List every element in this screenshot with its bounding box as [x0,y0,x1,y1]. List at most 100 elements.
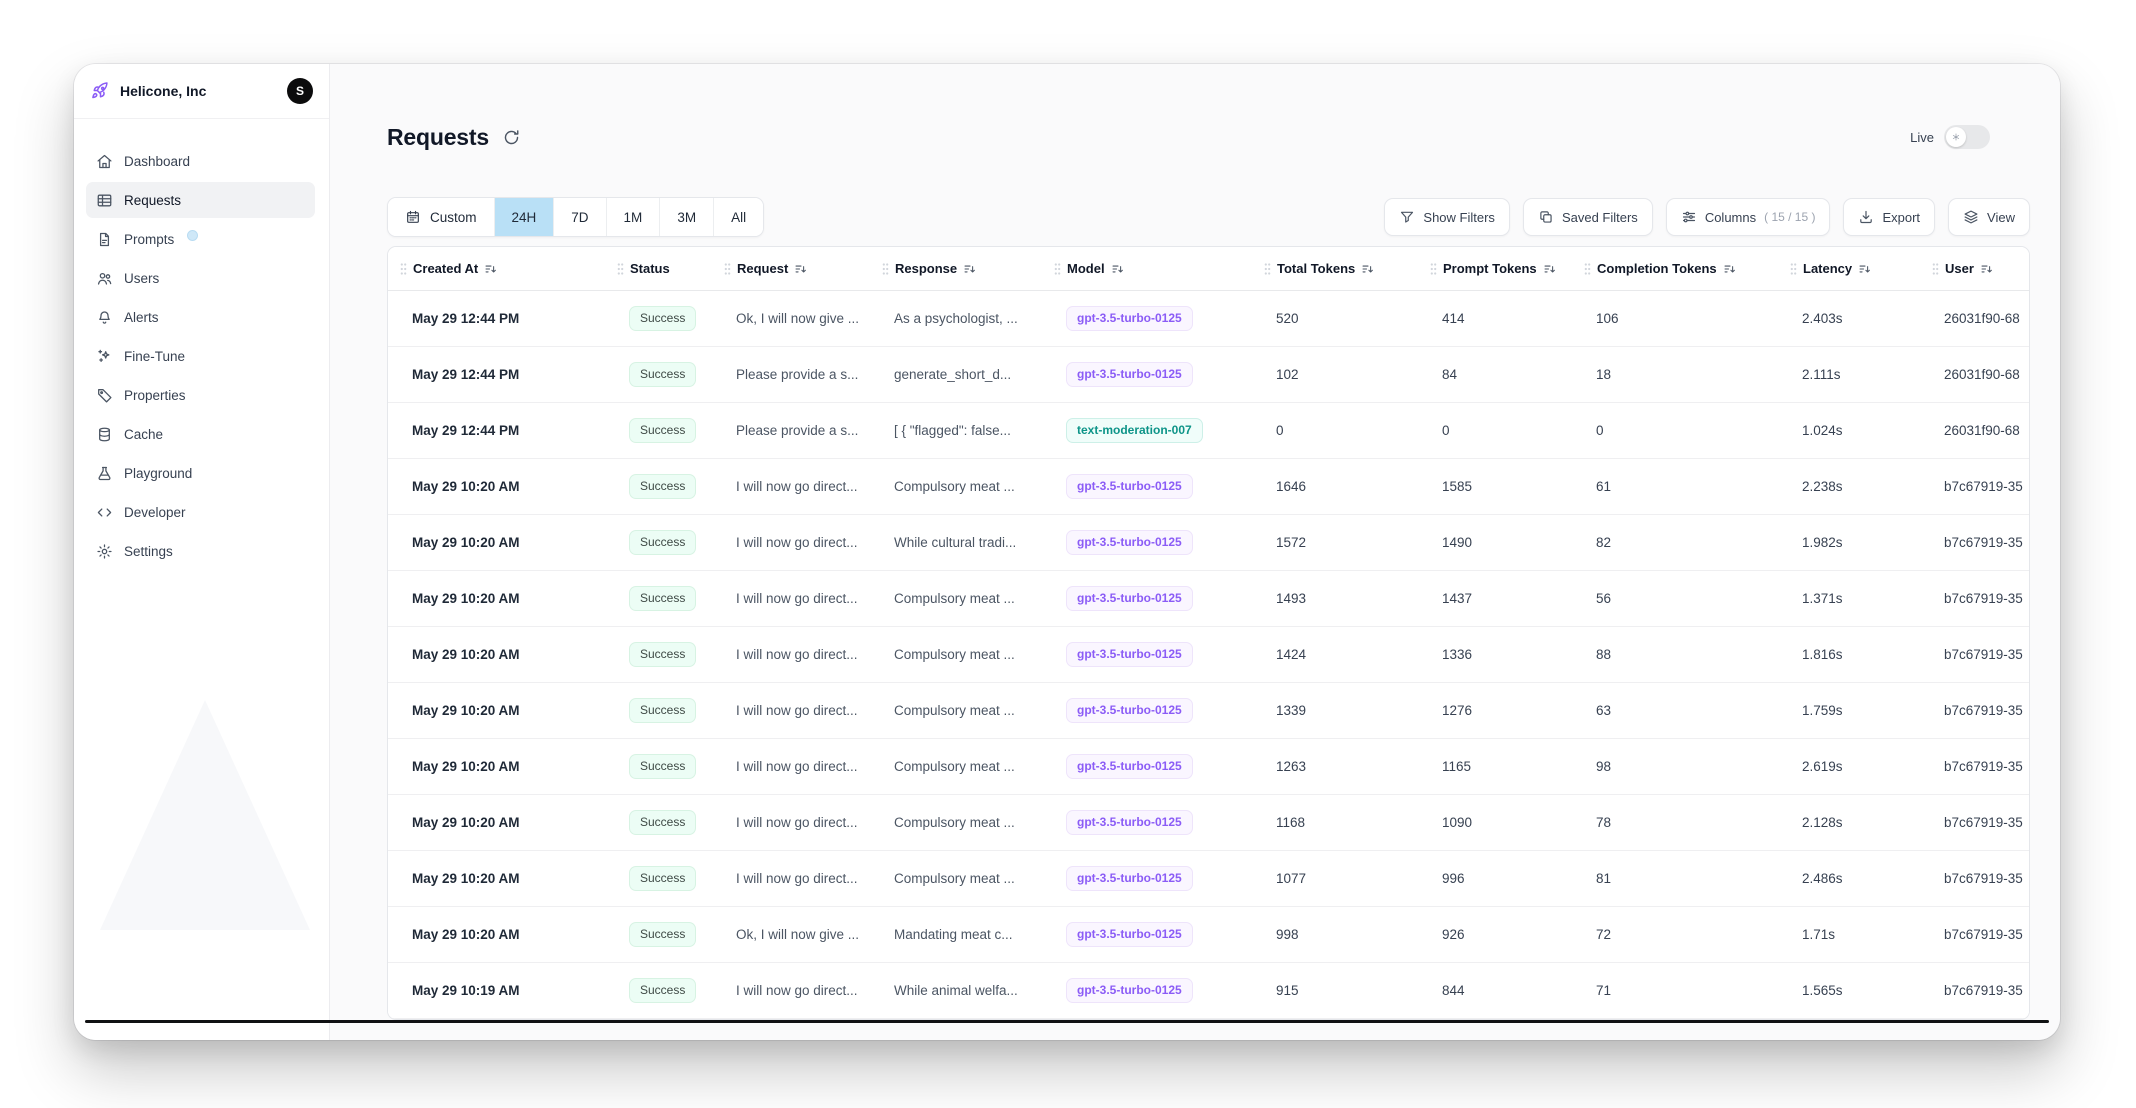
cell-completion-tokens: 88 [1596,647,1611,662]
sort-icon [963,262,977,276]
sidebar-item-prompts[interactable]: Prompts [86,221,315,257]
sidebar-item-developer[interactable]: Developer [86,494,315,530]
table-row[interactable]: May 29 10:20 AM Success I will now go di… [388,459,2029,515]
time-range-all[interactable]: All [714,198,763,236]
live-toggle-knob [1946,127,1966,147]
drag-handle-icon [1054,262,1061,276]
columns-button[interactable]: Columns ( 15 / 15 ) [1666,198,1831,236]
cell-request: I will now go direct... [736,479,858,494]
cell-completion-tokens: 71 [1596,983,1611,998]
time-range-7d[interactable]: 7D [554,198,606,236]
table-row[interactable]: May 29 10:20 AM Success Ok, I will now g… [388,907,2029,963]
table-row[interactable]: May 29 10:20 AM Success I will now go di… [388,739,2029,795]
column-header-request[interactable]: Request [712,247,870,290]
cell-prompt-tokens: 414 [1442,311,1465,326]
table-row[interactable]: May 29 12:44 PM Success Ok, I will now g… [388,291,2029,347]
cell-user: b7c67919-35 [1944,759,2023,774]
cell-response: Compulsory meat ... [894,591,1015,606]
sort-icon [1723,262,1737,276]
model-badge: gpt-3.5-turbo-0125 [1066,642,1193,666]
cell-response: While animal welfa... [894,983,1018,998]
table-row[interactable]: May 29 12:44 PM Success Please provide a… [388,347,2029,403]
view-button[interactable]: View [1948,198,2030,236]
sidebar-item-cache[interactable]: Cache [86,416,315,452]
model-badge: gpt-3.5-turbo-0125 [1066,530,1193,554]
home-icon [96,153,113,170]
cell-user: b7c67919-35 [1944,703,2023,718]
cell-completion-tokens: 61 [1596,479,1611,494]
cell-request: I will now go direct... [736,647,858,662]
cell-user: b7c67919-35 [1944,647,2023,662]
cell-latency: 1.759s [1802,703,1843,718]
saved-filters-button[interactable]: Saved Filters [1523,198,1653,236]
cell-latency: 1.565s [1802,983,1843,998]
column-header-latency[interactable]: Latency [1778,247,1920,290]
cell-user: b7c67919-35 [1944,815,2023,830]
status-badge: Success [629,978,696,1002]
column-header-prompt-tokens[interactable]: Prompt Tokens [1418,247,1572,290]
time-range-1m[interactable]: 1M [607,198,661,236]
sidebar-item-playground[interactable]: Playground [86,455,315,491]
database-icon [96,426,113,443]
sparkles-icon [96,348,113,365]
model-badge: gpt-3.5-turbo-0125 [1066,586,1193,610]
cell-response: [ { "flagged": false... [894,423,1011,438]
time-range-24h[interactable]: 24H [495,198,555,236]
table-row[interactable]: May 29 12:44 PM Success Please provide a… [388,403,2029,459]
beaker-icon [96,465,113,482]
drag-handle-icon [724,262,731,276]
status-badge: Success [629,810,696,834]
column-header-status[interactable]: Status [605,247,712,290]
sidebar-item-requests[interactable]: Requests [86,182,315,218]
live-toggle[interactable] [1944,125,1990,149]
column-header-completion-tokens[interactable]: Completion Tokens [1572,247,1778,290]
cell-response: Compulsory meat ... [894,703,1015,718]
cell-total-tokens: 1077 [1276,871,1306,886]
table-row[interactable]: May 29 10:20 AM Success I will now go di… [388,795,2029,851]
live-label: Live [1910,130,1934,145]
sidebar-item-dashboard[interactable]: Dashboard [86,143,315,179]
sidebar-item-users[interactable]: Users [86,260,315,296]
helicone-logo-icon [90,81,110,101]
cell-completion-tokens: 98 [1596,759,1611,774]
column-header-model[interactable]: Model [1042,247,1252,290]
cell-latency: 2.403s [1802,311,1843,326]
sort-icon [1543,262,1557,276]
time-range-3m[interactable]: 3M [660,198,714,236]
column-header-user[interactable]: User [1920,247,2029,290]
live-pause-icon [1951,132,1961,142]
avatar[interactable]: S [287,78,313,104]
table-row[interactable]: May 29 10:20 AM Success I will now go di… [388,627,2029,683]
cell-total-tokens: 915 [1276,983,1299,998]
table-row[interactable]: May 29 10:20 AM Success I will now go di… [388,571,2029,627]
table-row[interactable]: May 29 10:19 AM Success I will now go di… [388,963,2029,1019]
sidebar-item-alerts[interactable]: Alerts [86,299,315,335]
refresh-icon [502,128,521,147]
table-row[interactable]: May 29 10:20 AM Success I will now go di… [388,683,2029,739]
cell-created-at: May 29 10:20 AM [412,927,520,942]
cell-user: b7c67919-35 [1944,479,2023,494]
sidebar-item-fine-tune[interactable]: Fine-Tune [86,338,315,374]
time-range-custom[interactable]: Custom [388,198,495,236]
sidebar-item-settings[interactable]: Settings [86,533,315,569]
show-filters-button[interactable]: Show Filters [1384,198,1510,236]
column-header-created-at[interactable]: Created At [388,247,605,290]
table-row[interactable]: May 29 10:20 AM Success I will now go di… [388,515,2029,571]
layers-icon [1963,209,1979,225]
column-header-total-tokens[interactable]: Total Tokens [1252,247,1418,290]
sidebar-item-properties[interactable]: Properties [86,377,315,413]
refresh-button[interactable] [502,128,521,147]
column-header-response[interactable]: Response [870,247,1042,290]
cell-latency: 2.486s [1802,871,1843,886]
cell-latency: 1.71s [1802,927,1835,942]
cell-created-at: May 29 12:44 PM [412,311,519,326]
cell-response: Compulsory meat ... [894,479,1015,494]
cell-completion-tokens: 81 [1596,871,1611,886]
table-cells-icon [96,192,113,209]
export-button[interactable]: Export [1843,198,1935,236]
org-name[interactable]: Helicone, Inc [120,83,277,99]
cell-total-tokens: 1168 [1276,815,1305,830]
page-header: Requests Live [387,120,2030,154]
table-row[interactable]: May 29 10:20 AM Success I will now go di… [388,851,2029,907]
cell-created-at: May 29 12:44 PM [412,423,519,438]
